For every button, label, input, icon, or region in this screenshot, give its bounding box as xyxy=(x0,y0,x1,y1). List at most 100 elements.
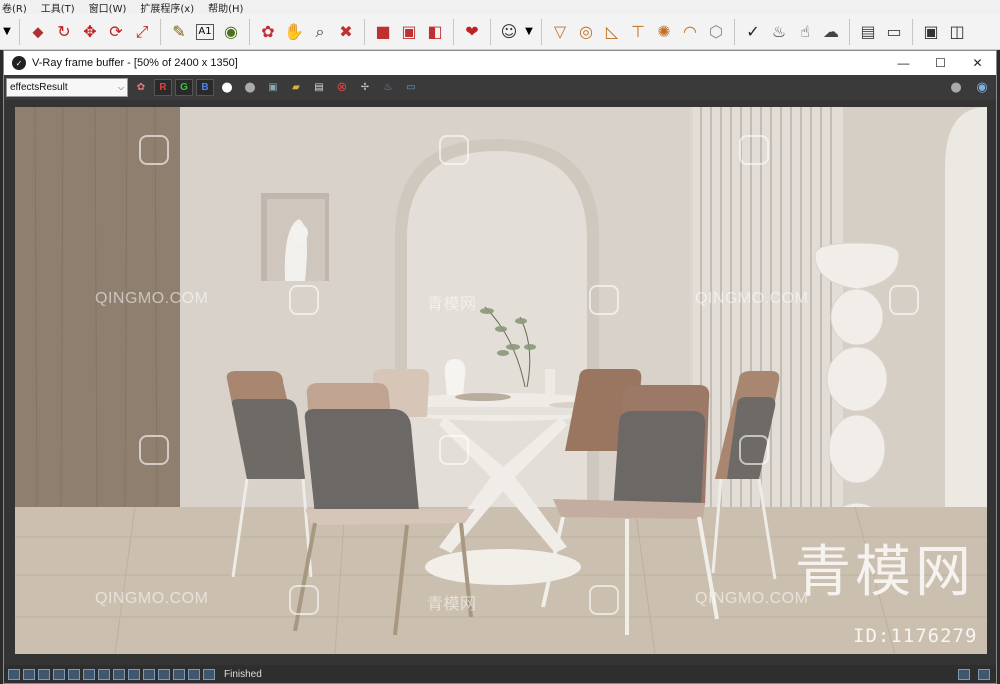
lens-effects-icon[interactable] xyxy=(83,668,95,680)
main-toolbar: ▼ ⬥ ↻ ✥ ⟳ ⤢ ✎ A1 ◉ ✿ ✋ ⌕ ✖ ■ ▣ ◧ ❤ ☺ ▼ ▽… xyxy=(0,14,1000,50)
vfb-titlebar: ✓ V-Ray frame buffer - [50% of 2400 x 13… xyxy=(4,51,996,75)
rendered-image: QINGMO.COM 青模网 QINGMO.COM QINGMO.COM 青模网… xyxy=(15,107,987,654)
zoom-extents-icon[interactable]: ✖ xyxy=(333,18,359,46)
area-light-icon[interactable]: ◺ xyxy=(599,18,625,46)
menu-item-extensions[interactable]: 扩展程序(x) xyxy=(140,0,194,15)
watermark-text: 青模网 xyxy=(427,296,477,313)
menu-item-tools[interactable]: 工具(T) xyxy=(41,0,75,15)
ocio-icon[interactable] xyxy=(173,668,185,680)
check-icon[interactable]: ✓ xyxy=(740,18,766,46)
wand-icon[interactable]: ✎ xyxy=(166,18,192,46)
menu-item-volume[interactable]: 卷(R) xyxy=(2,0,27,15)
curve-icon[interactable] xyxy=(128,668,140,680)
watermark-text: QINGMO.COM xyxy=(695,590,809,607)
stats-icon[interactable] xyxy=(53,668,65,680)
chevron-down-icon[interactable]: ▼ xyxy=(522,18,536,46)
settings-icon[interactable] xyxy=(958,668,970,680)
color-channels-icon[interactable]: ✿ xyxy=(131,78,151,97)
zoom-icon[interactable]: ⌕ xyxy=(307,18,333,46)
open-folder-icon[interactable]: ▰ xyxy=(286,78,306,97)
save-icon[interactable]: ▣ xyxy=(263,78,283,97)
render-start-icon[interactable]: ◉ xyxy=(972,78,992,97)
vfb-toolbar: effectsResult ⌵ ✿ R G B ● ● ▣ ▰ ▤ ⊗ ✢ ♨ … xyxy=(4,75,996,100)
compare-icon[interactable] xyxy=(38,668,50,680)
dome-light-icon[interactable]: ◠ xyxy=(677,18,703,46)
vray-frame-buffer-window: ✓ V-Ray frame buffer - [50% of 2400 x 13… xyxy=(3,50,997,684)
history-icon[interactable] xyxy=(8,668,20,680)
ies-light-icon[interactable]: ⊤ xyxy=(625,18,651,46)
toolbar-separator xyxy=(490,18,491,45)
menu-item-help[interactable]: 帮助(H) xyxy=(208,0,243,15)
red-channel-button[interactable]: R xyxy=(154,79,172,96)
dropdown-arrow-icon[interactable]: ▼ xyxy=(0,18,14,46)
close-button[interactable]: ✕ xyxy=(959,51,996,75)
green-channel-button[interactable]: G xyxy=(175,79,193,96)
cloud-icon[interactable]: ☁ xyxy=(818,18,844,46)
toolbar-separator xyxy=(912,18,913,45)
watermark-text: QINGMO.COM xyxy=(95,590,209,607)
hand-cursor-icon[interactable]: ☝ xyxy=(792,18,818,46)
watermark-text: QINGMO.COM xyxy=(95,290,209,307)
render-icon[interactable]: ■ xyxy=(370,18,396,46)
app-menubar: 卷(R) 工具(T) 窗口(W) 扩展程序(x) 帮助(H) xyxy=(0,0,1000,14)
watermark-logo-icon xyxy=(739,435,769,465)
blue-channel-button[interactable]: B xyxy=(196,79,214,96)
maximize-button[interactable]: ☐ xyxy=(922,51,959,75)
text-icon[interactable]: A1 xyxy=(196,23,214,40)
menu-item-window[interactable]: 窗口(W) xyxy=(89,0,127,15)
select-move-icon[interactable]: ⬥ xyxy=(25,18,51,46)
watermark-logo-icon xyxy=(889,285,919,315)
display-icon[interactable]: ▭ xyxy=(401,78,421,97)
toolbar-separator xyxy=(541,18,542,45)
pixel-info-icon[interactable] xyxy=(203,668,215,680)
list-icon[interactable] xyxy=(23,668,35,680)
stop-render-icon[interactable]: ● xyxy=(946,78,966,97)
link-icon[interactable] xyxy=(188,668,200,680)
lut-icon[interactable] xyxy=(158,668,170,680)
material-icon[interactable]: ❤ xyxy=(459,18,485,46)
cube-icon[interactable]: ⬡ xyxy=(703,18,729,46)
frame-buffer-icon[interactable]: ▤ xyxy=(855,18,881,46)
orbit-icon[interactable]: ✿ xyxy=(255,18,281,46)
pan-icon[interactable]: ✋ xyxy=(281,18,307,46)
toolbar-separator xyxy=(160,18,161,45)
render-setup-icon[interactable]: ▣ xyxy=(396,18,422,46)
rotate-icon[interactable]: ↻ xyxy=(51,18,77,46)
render-teapot-icon[interactable]: ♨ xyxy=(378,78,398,97)
watermark-logo-icon xyxy=(439,135,469,165)
window-split-icon[interactable]: ◫ xyxy=(944,18,970,46)
clear-icon[interactable]: ⊗ xyxy=(332,78,352,97)
teapot-icon[interactable]: ♨ xyxy=(766,18,792,46)
white-balance-icon[interactable] xyxy=(113,668,125,680)
scale-icon[interactable]: ⤢ xyxy=(129,18,155,46)
window-icon[interactable]: ▣ xyxy=(918,18,944,46)
user-icon[interactable]: ☺ xyxy=(496,18,522,46)
minimize-button[interactable]: — xyxy=(885,51,922,75)
gray-circle-icon[interactable]: ● xyxy=(240,78,260,97)
watermark-logo-icon xyxy=(589,285,619,315)
region-render-icon[interactable]: ✢ xyxy=(355,78,375,97)
hsv-icon[interactable] xyxy=(143,668,155,680)
watermark-big-text: 青模网 xyxy=(795,540,975,605)
toolbar-separator xyxy=(249,18,250,45)
sun-icon[interactable]: ✺ xyxy=(651,18,677,46)
color-correct-icon[interactable] xyxy=(68,668,80,680)
omni-light-icon[interactable]: ◎ xyxy=(573,18,599,46)
image-icon[interactable]: ▭ xyxy=(881,18,907,46)
white-circle-icon[interactable]: ● xyxy=(217,78,237,97)
render-frame-icon[interactable]: ◧ xyxy=(422,18,448,46)
clipboard-icon[interactable]: ▤ xyxy=(309,78,329,97)
refresh-icon[interactable]: ⟳ xyxy=(103,18,129,46)
watermark-id-text: ID:1176279 xyxy=(853,625,978,647)
info-icon[interactable] xyxy=(978,668,990,680)
spot-light-icon[interactable]: ▽ xyxy=(547,18,573,46)
paint-icon[interactable]: ◉ xyxy=(218,18,244,46)
watermark-text: QINGMO.COM xyxy=(695,290,809,307)
toolbar-separator xyxy=(453,18,454,45)
watermark-logo-icon xyxy=(589,585,619,615)
move-icon[interactable]: ✥ xyxy=(77,18,103,46)
toolbar-separator xyxy=(364,18,365,45)
channel-select[interactable]: effectsResult ⌵ xyxy=(6,78,128,97)
watermark-logo-icon xyxy=(139,435,169,465)
exposure-icon[interactable] xyxy=(98,668,110,680)
